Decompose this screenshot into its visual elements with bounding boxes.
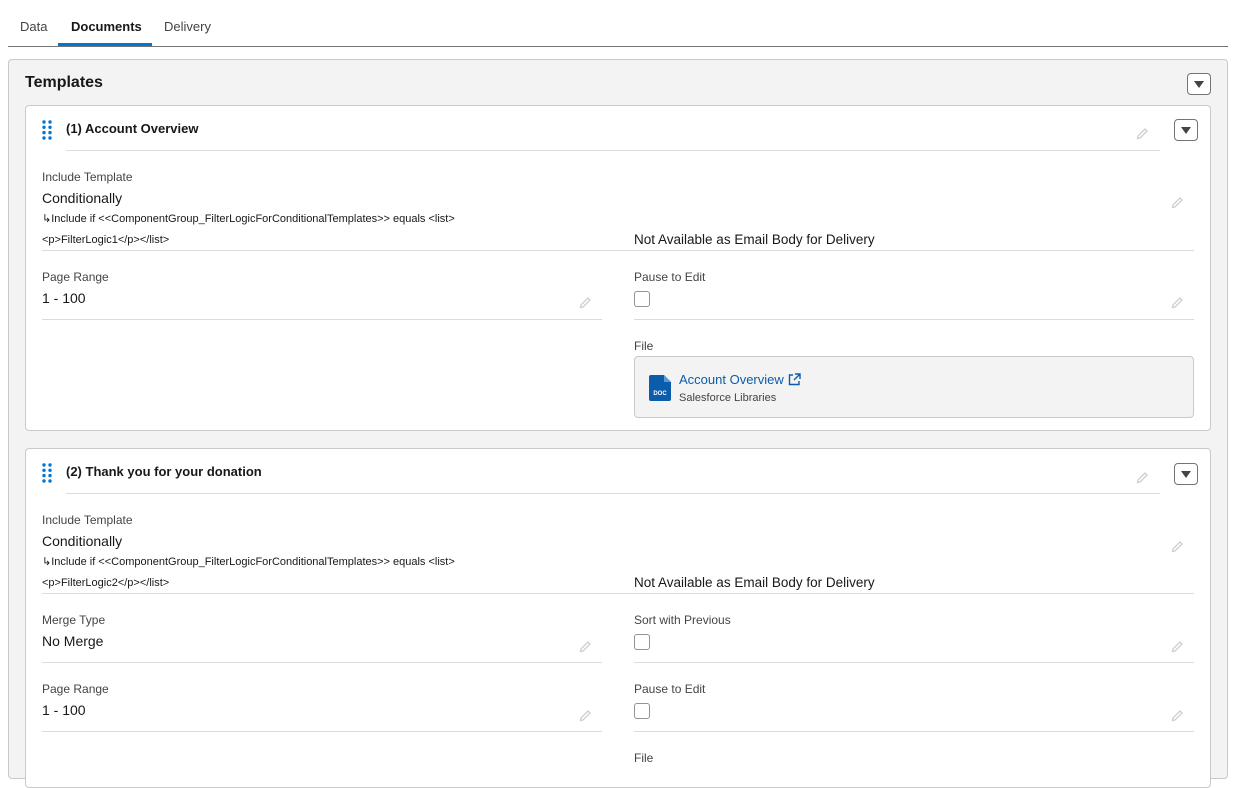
chevron-down-icon — [1181, 126, 1191, 134]
divider — [634, 662, 1194, 663]
section-menu-button[interactable] — [1187, 73, 1211, 95]
merge-type-value: No Merge — [42, 633, 104, 649]
edit-sort-pencil-icon[interactable] — [1171, 639, 1185, 653]
sort-with-previous-checkbox[interactable] — [634, 634, 650, 650]
include-condition-text-cont: <p>FilterLogic2</p></list> — [42, 577, 170, 589]
chevron-down-icon — [1194, 80, 1204, 88]
pause-to-edit-checkbox[interactable] — [634, 291, 650, 307]
pause-to-edit-checkbox[interactable] — [634, 703, 650, 719]
page-range-label: Page Range — [42, 270, 109, 284]
file-source: Salesforce Libraries — [679, 392, 777, 404]
tab-data[interactable]: Data — [20, 19, 47, 34]
svg-text:DOC: DOC — [653, 391, 667, 397]
template-title: (1) Account Overview — [66, 121, 199, 136]
divider — [42, 731, 602, 732]
active-tab-indicator — [58, 43, 152, 46]
drag-handle-icon[interactable] — [42, 463, 52, 483]
divider — [634, 319, 1194, 320]
section-title: Templates — [25, 74, 103, 91]
tab-delivery[interactable]: Delivery — [164, 19, 211, 34]
card-menu-button[interactable] — [1174, 119, 1198, 141]
drag-handle-icon[interactable] — [42, 120, 52, 140]
include-template-value: Conditionally — [42, 190, 123, 206]
card-menu-button[interactable] — [1174, 463, 1198, 485]
doc-file-icon: DOC — [649, 375, 671, 401]
page-range-value: 1 - 100 — [42, 702, 86, 718]
sort-with-previous-label: Sort with Previous — [634, 613, 731, 627]
file-label: File — [634, 339, 654, 353]
tab-bar: Data Documents Delivery — [8, 0, 1228, 47]
edit-title-pencil-icon[interactable] — [1136, 126, 1150, 140]
include-condition-text: ↳Include if <<ComponentGroup_FilterLogic… — [42, 213, 455, 225]
edit-include-pencil-icon[interactable] — [1171, 539, 1185, 553]
tab-documents[interactable]: Documents — [71, 19, 142, 34]
file-link[interactable]: Account Overview — [679, 372, 801, 387]
merge-type-label: Merge Type — [42, 613, 106, 627]
edit-page-range-pencil-icon[interactable] — [579, 708, 593, 722]
email-body-note: Not Available as Email Body for Delivery — [634, 232, 875, 247]
edit-title-pencil-icon[interactable] — [1136, 470, 1150, 484]
divider — [42, 319, 602, 320]
page-range-value: 1 - 100 — [42, 290, 86, 306]
divider — [42, 250, 1194, 251]
divider — [42, 593, 1194, 594]
template-card-2: (2) Thank you for your donation Include … — [25, 448, 1211, 788]
page-range-label: Page Range — [42, 682, 109, 696]
edit-pause-pencil-icon[interactable] — [1171, 295, 1185, 309]
chevron-down-icon — [1181, 470, 1191, 478]
edit-include-pencil-icon[interactable] — [1171, 195, 1185, 209]
pause-to-edit-label: Pause to Edit — [634, 270, 706, 284]
include-template-label: Include Template — [42, 170, 133, 184]
templates-section: Templates (1) Account Overview Include T… — [8, 59, 1228, 788]
include-condition-text-cont: <p>FilterLogic1</p></list> — [42, 234, 170, 246]
divider — [66, 150, 1160, 151]
file-card: DOC Account Overview Salesforce Librarie… — [634, 356, 1194, 418]
edit-merge-type-pencil-icon[interactable] — [579, 639, 593, 653]
include-template-value: Conditionally — [42, 533, 123, 549]
file-name[interactable]: Account Overview — [679, 372, 784, 387]
edit-pause-pencil-icon[interactable] — [1171, 708, 1185, 722]
template-card-1: (1) Account Overview Include Template Co… — [25, 105, 1211, 431]
file-label: File — [634, 751, 654, 765]
edit-page-range-pencil-icon[interactable] — [579, 295, 593, 309]
include-template-label: Include Template — [42, 513, 133, 527]
template-title: (2) Thank you for your donation — [66, 464, 262, 479]
email-body-note: Not Available as Email Body for Delivery — [634, 575, 875, 590]
include-condition-text: ↳Include if <<ComponentGroup_FilterLogic… — [42, 556, 455, 568]
external-link-icon — [788, 373, 801, 386]
divider — [66, 493, 1160, 494]
divider — [42, 662, 602, 663]
divider — [634, 731, 1194, 732]
pause-to-edit-label: Pause to Edit — [634, 682, 706, 696]
